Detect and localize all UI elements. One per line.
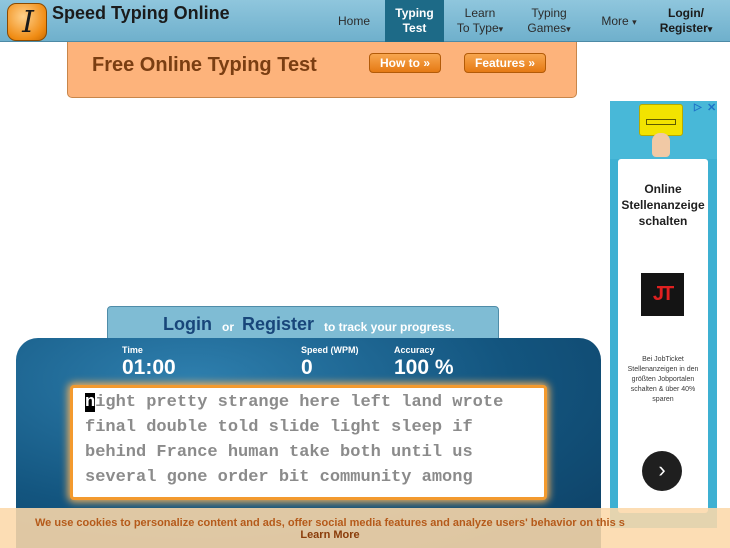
ad-headline-line1: Online (644, 182, 682, 196)
login-link[interactable]: Login (163, 314, 212, 335)
page-banner: Free Online Typing Test How to » Feature… (67, 42, 577, 98)
nav-typing-test-line2: Test (402, 21, 427, 35)
text-line-2: final double told slide light sleep if (85, 418, 473, 437)
site-logo[interactable]: I (7, 3, 47, 41)
nav-learn-to-type[interactable]: Learn To Type▾ (452, 0, 508, 42)
cookie-consent-bar: We use cookies to personalize content an… (0, 508, 730, 548)
features-button[interactable]: Features » (464, 53, 546, 73)
chevron-down-icon: ▾ (707, 24, 713, 34)
nav-login-line1: Login/ (668, 6, 704, 20)
time-value: 01:00 (122, 356, 176, 379)
ad-logo: JT (641, 273, 684, 316)
speed-value: 0 (301, 356, 313, 379)
top-navbar: I Speed Typing Online Home Typing Test L… (0, 0, 730, 42)
ad-logo-text: JT (652, 283, 674, 305)
ad-headline: Online Stellenanzeige schalten (618, 181, 708, 229)
nav-learn-line2: To Type (456, 21, 499, 35)
phone-icon (639, 104, 683, 136)
nav-typing-test[interactable]: Typing Test (385, 0, 444, 42)
brand-name[interactable]: Speed Typing Online (52, 3, 230, 24)
text-line-4: several gone order bit community among (85, 468, 473, 487)
close-icon[interactable]: ✕ (707, 101, 716, 114)
adchoices-icon[interactable]: ▷ (694, 102, 702, 113)
ad-headline-line3: schalten (638, 214, 688, 228)
nav-games-line2: Games (527, 21, 567, 35)
register-link[interactable]: Register (242, 314, 314, 335)
ad-card: Online Stellenanzeige schalten JT Bei Jo… (618, 159, 708, 513)
how-to-button[interactable]: How to » (369, 53, 441, 73)
arrow-right-icon[interactable]: › (642, 451, 682, 491)
speed-label: Speed (WPM) (301, 345, 359, 355)
nav-typing-test-line1: Typing (395, 6, 434, 20)
chevron-down-icon: ▾ (632, 17, 637, 27)
page-title: Free Online Typing Test (92, 54, 317, 76)
nav-login-line2: Register (659, 21, 708, 35)
chevron-down-icon: ▾ (498, 24, 504, 34)
time-label: Time (122, 345, 143, 355)
login-or-text: or (222, 320, 234, 334)
cookie-text: We use cookies to personalize content an… (35, 517, 625, 529)
italic-i-logo-icon: I (22, 5, 34, 40)
track-progress-note: to track your progress. (324, 320, 455, 334)
accuracy-value: 100 % (394, 356, 454, 379)
ad-headline-line2: Stellenanzeige (621, 198, 705, 212)
nav-games-line1: Typing (531, 6, 567, 20)
sidebar-ad[interactable]: ▷ ✕ Online Stellenanzeige schalten JT Be… (610, 101, 717, 528)
nav-home-label: Home (337, 14, 370, 28)
typing-cursor: n (85, 393, 96, 412)
nav-login-register[interactable]: Login/ Register▾ (655, 0, 717, 42)
nav-more[interactable]: More ▾ (595, 0, 643, 42)
chevron-down-icon: ▾ (566, 24, 571, 34)
nav-home[interactable]: Home (330, 0, 378, 42)
text-line-1-rest: ight pretty strange here left land wrote (95, 393, 504, 412)
phone-screen (646, 119, 676, 125)
accuracy-label: Accuracy (394, 345, 435, 355)
hand-icon (652, 133, 670, 157)
nav-more-label: More (601, 14, 629, 28)
typing-text-area[interactable]: night pretty strange here left land wrot… (70, 385, 547, 500)
ad-body-text: Bei JobTicket Stellenanzeigen in den grö… (627, 356, 699, 403)
login-strip: Login or Register to track your progress… (107, 306, 499, 342)
text-line-3: behind France human take both until us (85, 443, 473, 462)
cookie-learn-more-link[interactable]: Learn More (0, 529, 660, 541)
nav-learn-line1: Learn (464, 6, 496, 20)
text-line-1: night pretty strange here left land wrot… (85, 393, 503, 412)
nav-typing-games[interactable]: Typing Games▾ (521, 0, 577, 42)
